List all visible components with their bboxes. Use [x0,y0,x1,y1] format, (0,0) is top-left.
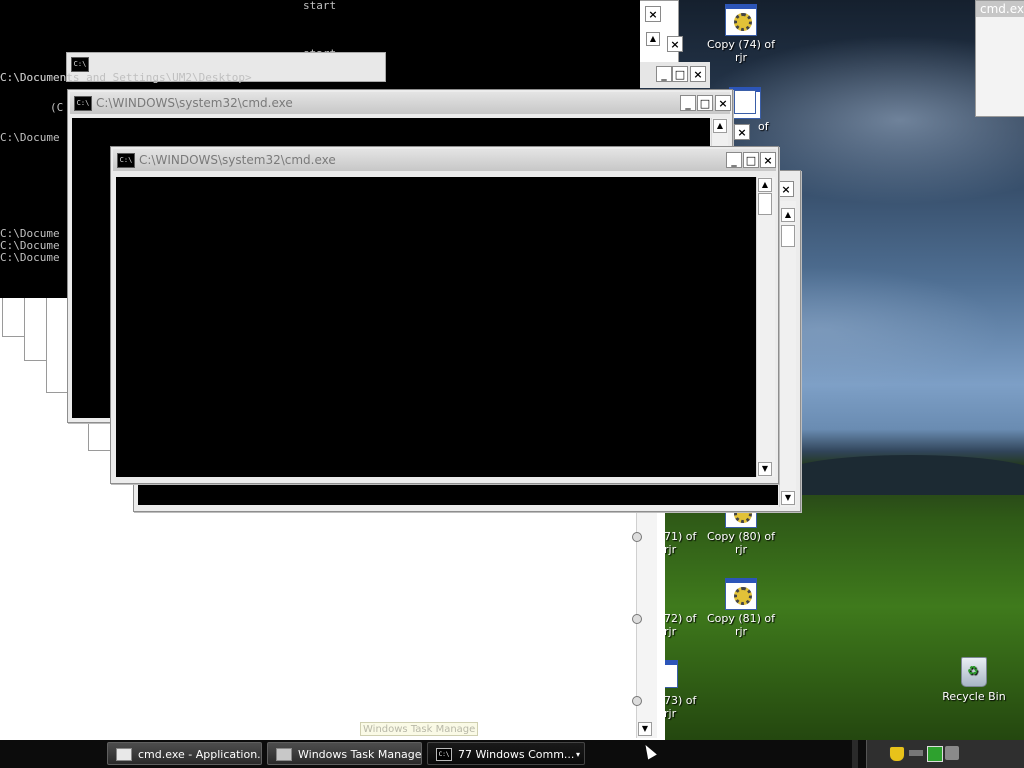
taskbar-button-task-manager[interactable]: Windows Task Manager [267,742,422,765]
window-title: C:\WINDOWS\system32\cmd.exe [139,153,336,167]
chevron-down-icon: ▾ [575,750,580,759]
scroll-down-button[interactable]: ▼ [781,491,795,505]
scroll-down-button[interactable]: ▼ [758,462,772,476]
close-button[interactable]: × [778,181,794,197]
taskbar-button-windows-command-group[interactable]: C:\ 77 Windows Comm... ▾ [427,742,585,765]
desktop-icon-label: Copy (81) of rjr [706,612,776,638]
ghost-window-edge [46,298,68,393]
desktop-icon-copy-72[interactable]: 72) of rjr [664,612,704,638]
taskbar-button-label: 77 Windows Comm... [458,748,575,761]
window-title: C:\WINDOWS\system32\cmd.exe [96,96,293,110]
scroll-down-button[interactable]: ▼ [638,722,652,736]
maximize-button[interactable]: □ [697,95,713,111]
minimize-button[interactable]: _ [726,152,742,168]
corner-window-title: cmd.ex [976,1,1024,17]
titlebar[interactable]: C:\ C:\WINDOWS\system32\cmd.exe _ □ × [70,92,731,114]
corner-window[interactable]: cmd.ex [975,0,1024,117]
maximize-button[interactable]: □ [743,152,759,168]
desktop-icon-copy-74[interactable]: Copy (74) of rjr [705,4,777,64]
scroll-up-button[interactable]: ▲ [646,32,660,46]
close-button[interactable]: × [734,124,750,140]
speaker-icon[interactable] [945,746,959,760]
scroll-up-button[interactable]: ▲ [713,119,727,133]
cmd-window-front[interactable]: C:\ C:\WINDOWS\system32\cmd.exe _ □ × ▲ … [110,146,779,484]
scroll-up-button[interactable]: ▲ [781,208,795,222]
cmd-icon: C:\ [74,96,92,111]
console-line: C:\Docume [0,131,60,144]
taskbar-button-label: cmd.exe - Application... [138,748,262,761]
desktop-icon-label: Copy (80) of rjr [706,530,776,556]
window-icon [116,748,132,761]
taskbar-tooltip: Windows Task Manage [360,722,478,736]
network-icon[interactable] [909,750,923,756]
desktop-icon-copy-73[interactable]: 73) of rjr [664,694,704,720]
console-line: start [303,0,337,12]
console-line: (C [50,101,64,114]
cmd-icon: C:\ [71,57,89,72]
taskbar-button-label: Windows Task Manager [298,748,422,761]
ghost-window-edge [24,298,48,361]
console-line: C:\Documents and Settings\UM2\Desktop> [0,71,252,84]
scroll-up-button[interactable]: ▲ [758,178,772,192]
trail-glyph [632,696,642,706]
taskbar: cmd.exe - Application... Windows Task Ma… [0,740,1024,768]
close-button[interactable]: × [690,66,706,82]
desktop-icon-label: of [758,120,769,133]
hill-silhouette [780,455,1024,495]
program-icon [734,90,756,114]
ghost-window-edge [2,298,26,337]
start-area[interactable] [0,740,100,768]
taskbar-button-cmd-application[interactable]: cmd.exe - Application... [107,742,262,765]
scroll-thumb[interactable] [781,225,795,247]
vertical-scrollbar[interactable]: ▲ ▼ [756,177,775,477]
titlebar[interactable]: C:\ C:\WINDOWS\system32\cmd.exe _ □ × [113,149,776,171]
recycle-bin[interactable]: ♻ Recycle Bin [940,657,1008,703]
scroll-thumb[interactable] [758,193,772,215]
close-button[interactable]: × [715,95,731,111]
monitor-icon[interactable] [927,746,943,762]
program-icon [664,660,678,688]
program-icon [725,4,757,36]
taskbar-separator [852,740,858,768]
desktop-icon-label: 72) of rjr [664,612,697,638]
desktop-icon-label: 73) of rjr [664,694,697,720]
console-output[interactable] [116,177,756,477]
trail-glyph [632,614,642,624]
minimize-button[interactable]: _ [656,66,672,82]
trail-glyph [632,532,642,542]
close-button[interactable]: × [645,6,661,22]
maximize-button[interactable]: □ [672,66,688,82]
system-tray [866,740,1024,768]
recycle-bin-icon: ♻ [961,657,987,687]
shield-icon[interactable] [889,746,905,762]
cmd-icon: C:\ [436,748,452,761]
desktop-icon-copy-71[interactable]: 71) of rjr [664,530,704,556]
program-icon [725,578,757,610]
cmd-icon: C:\ [117,153,135,168]
desktop-icon-copy-81[interactable]: Copy (81) of rjr [705,578,777,638]
close-button[interactable]: × [760,152,776,168]
minimize-button[interactable]: _ [680,95,696,111]
desktop-icon-label: Copy (74) of rjr [706,38,776,64]
vertical-scrollbar[interactable]: ▲ ▼ [779,201,796,507]
recycle-bin-label: Recycle Bin [942,690,1006,703]
desktop-icon-label: 71) of rjr [664,530,697,556]
console-line: C:\Docume [0,251,60,264]
ghost-window-edge [88,420,112,451]
close-button[interactable]: × [667,36,683,52]
task-manager-icon [276,748,292,761]
